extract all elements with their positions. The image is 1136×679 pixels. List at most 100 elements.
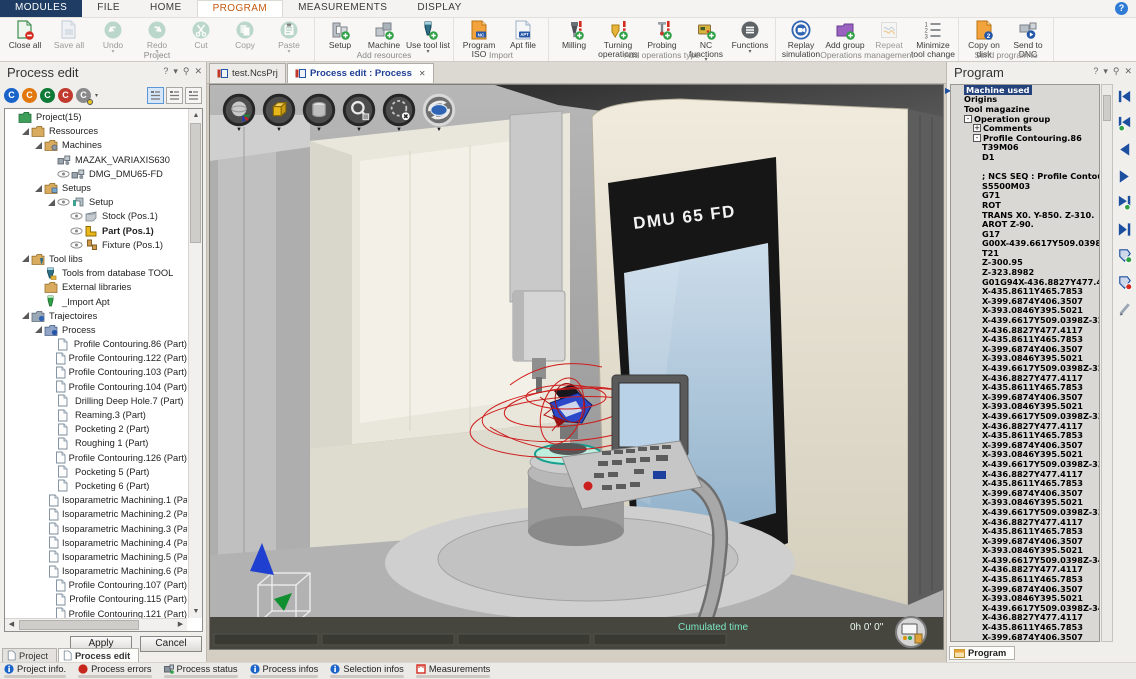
collapse-box-icon[interactable]: -: [973, 134, 981, 142]
program-line[interactable]: +Comments: [951, 123, 1099, 133]
pin-icon[interactable]: ⚲: [183, 66, 190, 77]
program-line[interactable]: X-435.8611Y465.7853: [951, 430, 1099, 440]
tree-item-project-15[interactable]: Project(15): [5, 110, 187, 124]
dropdown-arrow-icon[interactable]: ▼: [276, 128, 282, 133]
tree-item-trajectoires[interactable]: Trajectoires: [5, 309, 187, 323]
statusbar-item-process-infos[interactable]: Process infos: [250, 664, 319, 679]
eye-visibility-icon[interactable]: [57, 198, 71, 206]
program-line[interactable]: X-439.6617Y509.0398Z-341.5: [951, 555, 1099, 565]
chevron-down-icon[interactable]: ▾: [173, 66, 178, 77]
tree-item-isoparametric-machining-3-pa[interactable]: Isoparametric Machining.3 (Pa: [5, 521, 187, 535]
tree-item-tool-libs[interactable]: Tool libs: [5, 252, 187, 266]
program-line[interactable]: X-393.0846Y395.5021: [951, 402, 1099, 412]
program-line[interactable]: X-393.0846Y395.5021: [951, 593, 1099, 603]
program-line[interactable]: X-393.0846Y395.5021: [951, 354, 1099, 364]
expander-icon[interactable]: [35, 142, 44, 149]
expander-icon[interactable]: [22, 128, 31, 135]
viewport-3d-scene[interactable]: DMU 65 FD: [210, 85, 943, 649]
tree-item-profile-contouring-122-part[interactable]: Profile Contouring.122 (Part): [5, 351, 187, 365]
tree-horizontal-scrollbar[interactable]: ◀ ▶: [5, 618, 187, 631]
program-line[interactable]: AROT Z-90.: [951, 219, 1099, 229]
eye-visibility-icon[interactable]: [57, 170, 71, 178]
statusbar-item-measurements[interactable]: Measurements: [416, 664, 491, 679]
tree-vertical-scrollbar[interactable]: ▲ ▼: [188, 109, 202, 618]
dropdown-arrow-icon[interactable]: ▼: [356, 128, 362, 133]
program-line[interactable]: ROT: [951, 200, 1099, 210]
program-line[interactable]: X-435.8611Y465.7853: [951, 286, 1099, 296]
program-line[interactable]: X-439.6617Y509.0398Z-326.8: [951, 315, 1099, 325]
tree-item-drilling-deep-hole-7-part[interactable]: Drilling Deep Hole.7 (Part): [5, 394, 187, 408]
program-line[interactable]: X-439.6617Y509.0398Z-344.5: [951, 603, 1099, 613]
tree-item-external-libraries[interactable]: External libraries: [5, 280, 187, 294]
compute-custom-button[interactable]: C: [76, 88, 91, 103]
expander-icon[interactable]: [35, 326, 44, 333]
scroll-down-icon[interactable]: ▼: [189, 605, 203, 618]
ribbon-button-undo[interactable]: Undo▾: [91, 19, 135, 54]
tree-item-profile-contouring-115-part[interactable]: Profile Contouring.115 (Part): [5, 592, 187, 606]
compute-red-button[interactable]: C: [58, 88, 73, 103]
program-line[interactable]: X-399.6874Y406.3507: [951, 344, 1099, 354]
help-icon[interactable]: ?: [1093, 66, 1098, 77]
program-line[interactable]: X-436.8827Y477.4117: [951, 421, 1099, 431]
program-line[interactable]: X-399.6874Y406.3507: [951, 536, 1099, 546]
program-line[interactable]: X-436.8827Y477.4117: [951, 325, 1099, 335]
tree-item-setup[interactable]: Setup: [5, 195, 187, 209]
ribbon-tab-home[interactable]: HOME: [135, 0, 197, 17]
list-compact-icon[interactable]: [185, 87, 202, 104]
ribbon-button-close-all[interactable]: Close all: [3, 19, 47, 50]
tree-item-pocketing-2-part[interactable]: Pocketing 2 (Part): [5, 422, 187, 436]
program-line[interactable]: X-435.8611Y465.7853: [951, 334, 1099, 344]
ribbon-button-add-group[interactable]: Add group: [823, 19, 867, 50]
program-line[interactable]: [951, 162, 1099, 172]
statusbar-item-selection-infos[interactable]: Selection infos: [330, 664, 403, 679]
compute-all-blue-button[interactable]: C: [4, 88, 19, 103]
eye-visibility-icon[interactable]: [70, 227, 84, 235]
program-line[interactable]: X-399.6874Y406.3507: [951, 488, 1099, 498]
scrollbar-thumb[interactable]: [19, 620, 139, 630]
program-line[interactable]: X-436.8827Y477.4117: [951, 469, 1099, 479]
program-line[interactable]: X-399.6874Y406.3507: [951, 392, 1099, 402]
eye-visibility-icon[interactable]: [70, 241, 84, 249]
help-icon[interactable]: ?: [1115, 2, 1128, 15]
program-line[interactable]: G71: [951, 191, 1099, 201]
cylinder-view-button[interactable]: ▼: [302, 93, 336, 133]
program-line[interactable]: X-399.6874Y406.3507: [951, 440, 1099, 450]
nav-first-green-button[interactable]: [1116, 115, 1133, 137]
program-line[interactable]: -Operation group: [951, 114, 1099, 124]
scroll-left-icon[interactable]: ◀: [5, 619, 18, 632]
tree-item-isoparametric-machining-6-pa[interactable]: Isoparametric Machining.6 (Pa: [5, 564, 187, 578]
tree-item-profile-contouring-86-part[interactable]: Profile Contouring.86 (Part): [5, 337, 187, 351]
program-line[interactable]: G01G94X-436.8827Y477.4117: [951, 277, 1099, 287]
program-line[interactable]: X-393.0846Y395.5021: [951, 546, 1099, 556]
ribbon-button-redo[interactable]: Redo▾: [135, 19, 179, 54]
scrollbar-thumb[interactable]: [1103, 95, 1111, 121]
tree-item-ressources[interactable]: Ressources: [5, 124, 187, 138]
tree-item-profile-contouring-121-part[interactable]: Profile Contouring.121 (Part): [5, 607, 187, 618]
tree-item-part-pos-1[interactable]: Part (Pos.1): [5, 224, 187, 238]
nav-first-button[interactable]: [1116, 88, 1133, 110]
ribbon-button-save-all[interactable]: Save all: [47, 19, 91, 50]
collapse-box-icon[interactable]: -: [964, 115, 972, 123]
edit-pencil-button[interactable]: [1116, 300, 1133, 322]
ribbon-button-repeat[interactable]: Repeat: [867, 19, 911, 50]
tree-item-isoparametric-machining-5-pa[interactable]: Isoparametric Machining.5 (Pa: [5, 550, 187, 564]
pin-icon[interactable]: ⚲: [1113, 66, 1120, 77]
program-line[interactable]: ; NCS SEQ : Profile Contourin: [951, 171, 1099, 181]
compute-green-button[interactable]: C: [40, 88, 55, 103]
statusbar-item-process-errors[interactable]: Process errors: [78, 664, 151, 679]
close-icon[interactable]: ✕: [419, 69, 426, 78]
isometric-cube-button[interactable]: ▼: [262, 93, 296, 133]
list-icon[interactable]: [166, 87, 183, 104]
cancel-button[interactable]: Cancel: [140, 636, 202, 652]
program-line[interactable]: X-439.6617Y509.0398Z-338.6: [951, 507, 1099, 517]
program-line[interactable]: X-439.6617Y509.0398Z-329.7: [951, 363, 1099, 373]
statusbar-item-project-info[interactable]: Project info.: [4, 664, 66, 679]
program-line[interactable]: X-393.0846Y395.5021: [951, 641, 1099, 642]
program-line[interactable]: X-439.6617Y509.0398Z-335.6: [951, 459, 1099, 469]
statusbar-item-process-status[interactable]: Process status: [164, 664, 238, 679]
tree-item-mazak-variaxis630[interactable]: MAZAK_VARIAXIS630: [5, 153, 187, 167]
program-bottom-tab[interactable]: Program: [949, 646, 1015, 660]
ribbon-button-milling[interactable]: Milling: [552, 19, 596, 50]
dropdown-arrow-icon[interactable]: ▼: [436, 128, 442, 133]
scroll-up-icon[interactable]: ▲: [189, 109, 203, 122]
